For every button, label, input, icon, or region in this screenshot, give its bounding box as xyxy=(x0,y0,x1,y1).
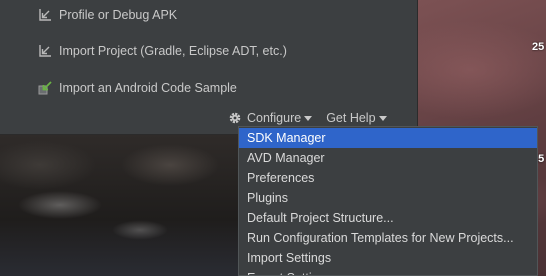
menu-item-sdk-manager[interactable]: SDK Manager xyxy=(239,128,537,148)
gear-icon xyxy=(228,111,242,125)
menu-item-avd-manager[interactable]: AVD Manager xyxy=(239,148,537,168)
chevron-down-icon xyxy=(304,115,313,121)
action-label: Import an Android Code Sample xyxy=(59,81,237,95)
configure-label: Configure xyxy=(247,111,302,125)
wallpaper-rocks-image xyxy=(0,135,246,276)
import-arrow-icon xyxy=(38,8,52,22)
menu-item-export-settings[interactable]: Export Settings xyxy=(239,268,537,275)
menu-item-plugins[interactable]: Plugins xyxy=(239,188,537,208)
welcome-panel: Profile or Debug APK Import Project (Gra… xyxy=(0,0,418,135)
chevron-down-icon xyxy=(378,115,387,121)
import-arrow-icon xyxy=(38,44,52,58)
android-sample-icon xyxy=(38,81,52,95)
desktop-icon-label: 25 xyxy=(532,41,545,53)
import-project-action[interactable]: Import Project (Gradle, Eclipse ADT, etc… xyxy=(38,42,287,60)
action-label: Profile or Debug APK xyxy=(59,8,178,22)
get-help-label: Get Help xyxy=(326,111,376,125)
welcome-bottom-links: Configure Get Help xyxy=(228,109,387,127)
profile-debug-apk-action[interactable]: Profile or Debug APK xyxy=(38,6,177,24)
menu-item-run-configuration-templates[interactable]: Run Configuration Templates for New Proj… xyxy=(239,228,537,248)
get-help-button[interactable]: Get Help xyxy=(326,111,387,125)
configure-button[interactable]: Configure xyxy=(228,111,313,125)
menu-item-import-settings[interactable]: Import Settings xyxy=(239,248,537,268)
menu-item-preferences[interactable]: Preferences xyxy=(239,168,537,188)
import-android-sample-action[interactable]: Import an Android Code Sample xyxy=(38,79,237,97)
menu-item-default-project-structure[interactable]: Default Project Structure... xyxy=(239,208,537,228)
configure-dropdown-menu: SDK Manager AVD Manager Preferences Plug… xyxy=(238,126,538,276)
action-label: Import Project (Gradle, Eclipse ADT, etc… xyxy=(59,44,287,58)
